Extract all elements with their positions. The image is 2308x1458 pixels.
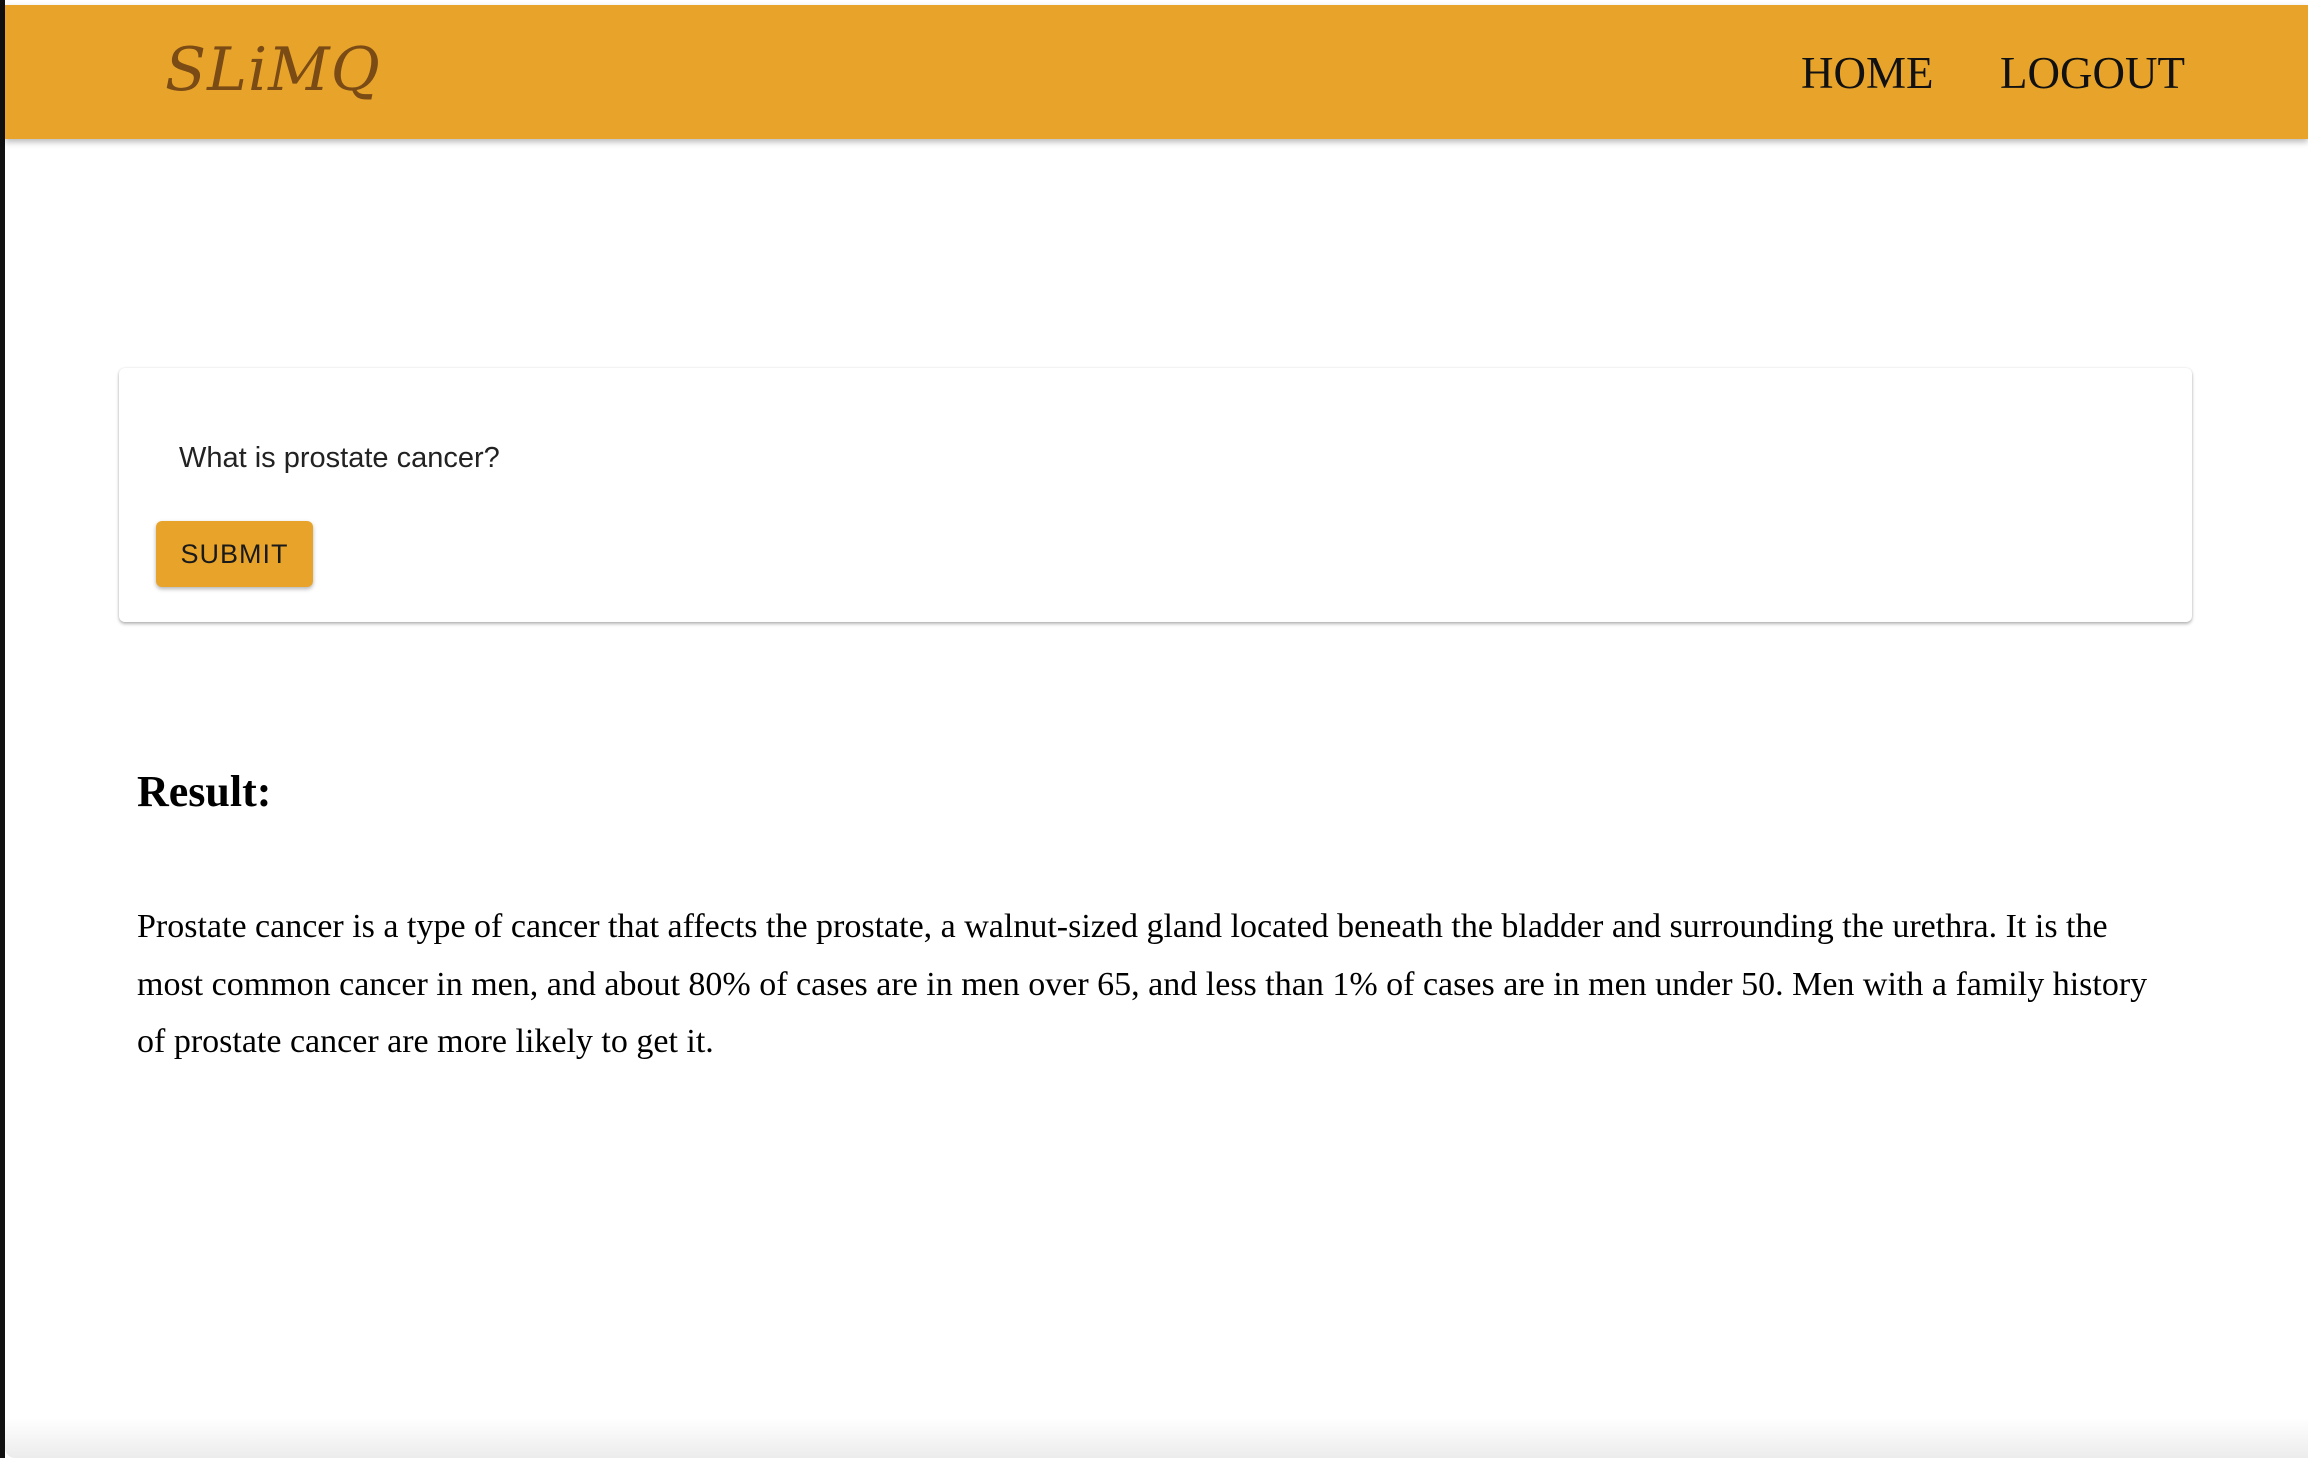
window-bottom-edge	[5, 1418, 2308, 1458]
question-input[interactable]	[179, 430, 2129, 486]
result-text: Prostate cancer is a type of cancer that…	[137, 908, 2148, 1060]
submit-button[interactable]: SUBMIT	[156, 521, 313, 587]
app-bar: SLiMQ HOME LOGOUT	[5, 5, 2308, 139]
nav-logout-link[interactable]: LOGOUT	[2000, 47, 2185, 99]
window-edge	[0, 0, 5, 1458]
brand-logo[interactable]: SLiMQ	[165, 35, 381, 105]
query-card: SUBMIT	[119, 368, 2192, 622]
result-heading: Result:	[137, 767, 272, 816]
nav-home-link[interactable]: HOME	[1801, 47, 1934, 99]
